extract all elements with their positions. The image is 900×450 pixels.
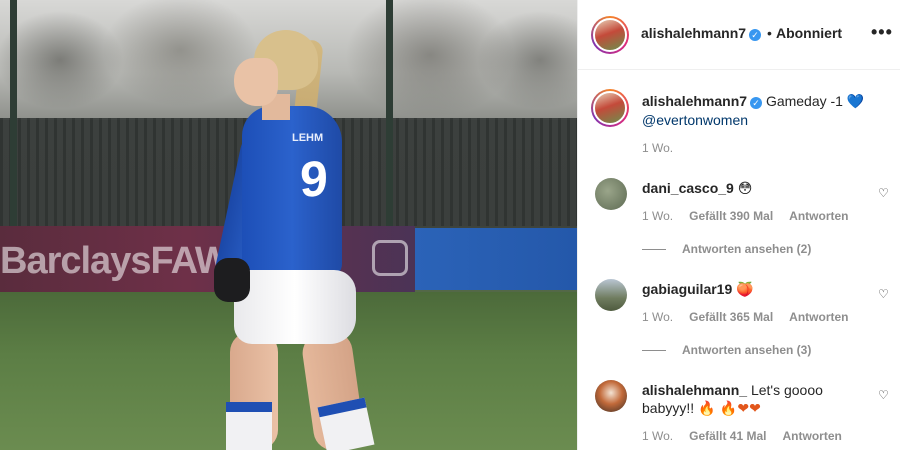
player-face [234, 58, 278, 106]
heart-outline-icon[interactable]: ♡ [878, 287, 890, 301]
advertising-board-text: BarclaysFAW [0, 240, 231, 282]
blue-advertising-board [415, 228, 577, 290]
replies-divider [642, 249, 666, 251]
jersey-name: LEHM [292, 132, 324, 144]
caption-mention-link[interactable]: @evertonwomen [642, 112, 748, 128]
avatar-image [593, 18, 627, 52]
comment-likes[interactable]: Gefällt 365 Mal [689, 310, 773, 324]
verified-badge-icon: ✓ [750, 97, 763, 109]
comment-emoji: 🔥 🔥❤❤ [698, 401, 761, 417]
caption-timestamp[interactable]: 1 Wo. [642, 141, 673, 155]
post-photo[interactable]: BarclaysFAW LEHM 9 [0, 0, 577, 450]
separator-dot: • [767, 25, 772, 41]
player-glove [214, 258, 250, 302]
player-sock [317, 397, 375, 450]
comment-reply-button[interactable]: Antworten [783, 429, 842, 443]
post-side-panel: alishalehmann7 ✓ • Abonniert ••• alishalehm… [577, 0, 900, 450]
comment-meta: 1 Wo. Gefällt 41 Mal Antworten [642, 429, 842, 443]
view-replies-label: Antworten ansehen (2) [682, 242, 812, 256]
comment-meta: 1 Wo. Gefällt 390 Mal Antworten [642, 209, 849, 223]
comment-emoji: 😳 [737, 181, 753, 197]
heart-outline-icon[interactable]: ♡ [878, 388, 890, 402]
replies-divider [642, 350, 666, 352]
comment-body: dani_casco_9 😳 [642, 179, 862, 198]
comment-likes[interactable]: Gefällt 41 Mal [689, 429, 766, 443]
comment-time[interactable]: 1 Wo. [642, 310, 673, 324]
jersey-number: 9 [300, 150, 328, 208]
comment-username[interactable]: gabiaguilar19 [642, 281, 732, 297]
view-replies-label: Antworten ansehen (3) [682, 343, 812, 357]
comment-avatar[interactable] [595, 178, 627, 210]
comment-meta: 1 Wo. Gefällt 365 Mal Antworten [642, 310, 849, 324]
comment-username[interactable]: dani_casco_9 [642, 180, 734, 196]
comment-body: gabiaguilar19 🍑 [642, 280, 862, 299]
comment-emoji: 🍑 [736, 282, 754, 298]
comment-time[interactable]: 1 Wo. [642, 209, 673, 223]
post-header: alishalehmann7 ✓ • Abonniert ••• [578, 0, 900, 70]
verified-badge-icon: ✓ [749, 29, 762, 41]
blue-heart-emoji: 💙 [846, 94, 865, 110]
post-caption: alishalehmann7 ✓ Gameday -1 💙 @evertonwom… [642, 92, 882, 129]
caption-avatar[interactable] [591, 89, 629, 127]
player-figure: LEHM 9 [212, 22, 382, 450]
comment-body: alishalehmann_ Let's goooo babyyy!! 🔥 🔥❤… [642, 381, 862, 418]
author-line: alishalehmann7 ✓ • Abonniert [641, 25, 842, 41]
caption-text: Gameday -1 [765, 93, 843, 109]
comment-avatar[interactable] [595, 279, 627, 311]
author-username[interactable]: alishalehmann7 [641, 25, 746, 41]
player-sock [226, 402, 272, 450]
avatar-image [593, 91, 627, 125]
comment-time[interactable]: 1 Wo. [642, 429, 673, 443]
heart-outline-icon[interactable]: ♡ [878, 186, 890, 200]
author-avatar[interactable] [591, 16, 629, 54]
view-replies-button[interactable]: Antworten ansehen (2) [642, 242, 811, 256]
comment-avatar[interactable] [595, 380, 627, 412]
follow-status-button[interactable]: Abonniert [776, 25, 842, 41]
fence-post [10, 0, 17, 226]
comment-reply-button[interactable]: Antworten [789, 209, 848, 223]
player-shorts [234, 270, 356, 344]
view-replies-button[interactable]: Antworten ansehen (3) [642, 343, 811, 357]
comment-likes[interactable]: Gefällt 390 Mal [689, 209, 773, 223]
caption-username[interactable]: alishalehmann7 [642, 93, 747, 109]
more-options-icon[interactable]: ••• [871, 22, 893, 43]
comment-reply-button[interactable]: Antworten [789, 310, 848, 324]
fence-post [386, 0, 393, 226]
comment-username[interactable]: alishalehmann_ [642, 382, 747, 398]
